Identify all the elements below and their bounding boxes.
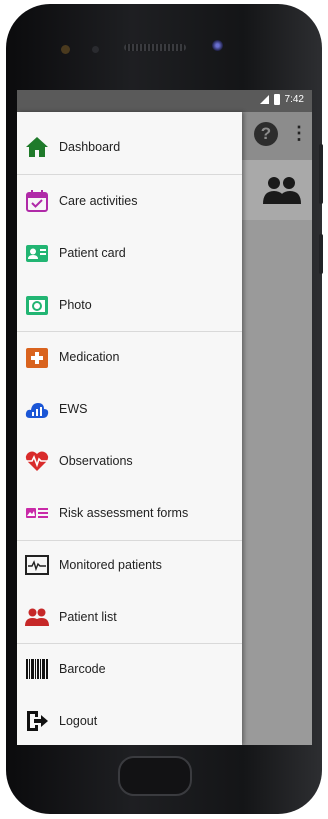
barcode-icon [26, 659, 48, 679]
logout-icon [27, 711, 48, 731]
form-list-icon [26, 508, 48, 518]
menu-item-monitored-patients[interactable]: Monitored patients [17, 540, 242, 590]
menu-item-label: Patient list [59, 610, 117, 624]
volume-button [319, 234, 323, 274]
menu-item-patient-card[interactable]: Patient card [17, 228, 242, 278]
app-content-dimmed [242, 220, 312, 745]
menu-item-ews[interactable]: EWS [17, 384, 242, 434]
menu-item-label: Risk assessment forms [59, 506, 189, 520]
menu-item-logout[interactable]: Logout [17, 696, 242, 745]
screen: 7:42 ? ⋮ Dashboard Care activities Patie… [17, 90, 312, 745]
monitor-icon [25, 555, 49, 575]
id-card-icon [26, 245, 48, 262]
divider [17, 174, 242, 175]
menu-item-care-activities[interactable]: Care activities [17, 176, 242, 226]
menu-item-observations[interactable]: Observations [17, 436, 242, 486]
menu-item-label: Care activities [59, 194, 138, 208]
menu-item-label: Photo [59, 298, 92, 312]
signal-icon [259, 95, 269, 104]
battery-icon [273, 94, 280, 105]
status-bar: 7:42 [17, 90, 312, 112]
navigation-drawer: Dashboard Care activities Patient card P… [17, 112, 242, 745]
status-time: 7:42 [284, 94, 304, 105]
heart-pulse-icon [25, 451, 49, 471]
menu-item-patient-list[interactable]: Patient list [17, 592, 242, 642]
app-subheader [242, 160, 312, 220]
menu-item-photo[interactable]: Photo [17, 280, 242, 330]
people-icon[interactable] [262, 174, 302, 206]
home-icon [26, 137, 48, 157]
menu-item-risk-assessment-forms[interactable]: Risk assessment forms [17, 488, 242, 538]
menu-item-label: EWS [59, 402, 88, 416]
cloud-chart-icon [25, 403, 49, 418]
menu-item-barcode[interactable]: Barcode [17, 644, 242, 694]
phone-frame: 7:42 ? ⋮ Dashboard Care activities Patie… [6, 4, 323, 814]
menu-item-label: Medication [59, 350, 120, 364]
people-icon [25, 608, 49, 626]
camera-icon [26, 296, 48, 315]
help-icon[interactable]: ? [254, 122, 278, 146]
calendar-check-icon [26, 190, 48, 212]
menu-item-medication[interactable]: Medication [17, 332, 242, 382]
menu-item-label: Logout [59, 714, 98, 728]
menu-item-label: Patient card [59, 246, 126, 260]
menu-item-label: Monitored patients [59, 558, 162, 572]
iris-camera-icon [212, 40, 223, 51]
menu-item-label: Observations [59, 454, 133, 468]
sensor-icon [92, 46, 99, 53]
app-toolbar: ? ⋮ [242, 112, 312, 160]
power-button [319, 144, 323, 204]
menu-item-label: Barcode [59, 662, 106, 676]
menu-item-label: Dashboard [59, 140, 121, 154]
earpiece-speaker [124, 44, 186, 51]
front-camera-icon [61, 45, 70, 54]
menu-item-dashboard[interactable]: Dashboard [17, 122, 242, 172]
more-vert-icon[interactable]: ⋮ [290, 124, 308, 142]
first-aid-icon [26, 348, 48, 368]
home-button[interactable] [118, 756, 192, 796]
